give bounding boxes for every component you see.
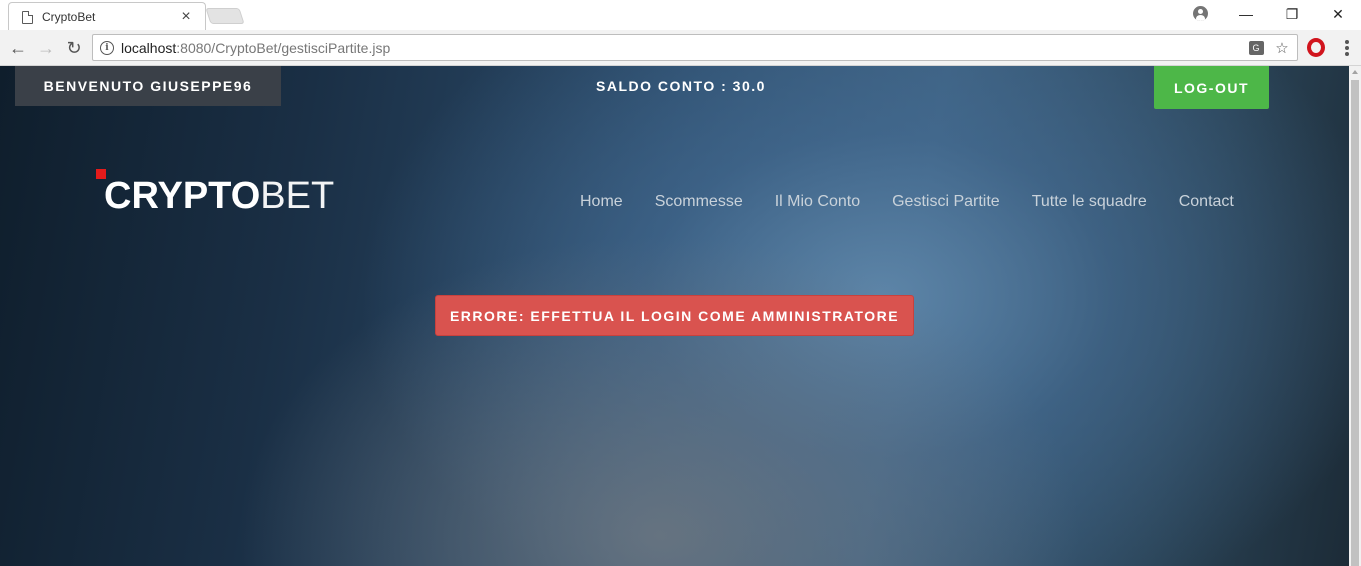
- browser-toolbar: ← → ↻ i localhost:8080/CryptoBet/gestisc…: [0, 30, 1361, 66]
- profile-icon[interactable]: [1193, 6, 1208, 21]
- welcome-button[interactable]: BENVENUTO GIUSEPPE96: [15, 66, 281, 106]
- bookmark-star-icon[interactable]: ☆: [1271, 37, 1293, 59]
- nav-item-home[interactable]: Home: [580, 193, 623, 211]
- translate-glyph: G: [1248, 40, 1264, 55]
- close-tab-icon[interactable]: ×: [178, 9, 194, 25]
- error-alert-button[interactable]: ERRORE: EFFETTUA IL LOGIN COME AMMINISTR…: [435, 295, 914, 336]
- back-icon[interactable]: ←: [6, 36, 30, 60]
- minimize-button[interactable]: —: [1223, 0, 1269, 28]
- main-nav: Home Scommesse Il Mio Conto Gestisci Par…: [580, 193, 1266, 211]
- logout-button[interactable]: LOG-OUT: [1154, 66, 1269, 109]
- address-bar[interactable]: i localhost:8080/CryptoBet/gestisciParti…: [92, 34, 1298, 61]
- nav-item-scommesse[interactable]: Scommesse: [655, 193, 743, 211]
- logo-text-light: BET: [260, 175, 335, 217]
- nav-item-contact[interactable]: Contact: [1179, 193, 1234, 211]
- forward-icon[interactable]: →: [34, 36, 58, 60]
- nav-item-il-mio-conto[interactable]: Il Mio Conto: [775, 193, 860, 211]
- browser-tab-content[interactable]: CryptoBet ×: [22, 4, 208, 30]
- page-hero: BENVENUTO GIUSEPPE96 SALDO CONTO : 30.0 …: [0, 66, 1349, 566]
- window-controls: — ❐ ✕: [1223, 0, 1361, 30]
- page-icon: [22, 10, 33, 24]
- nav-item-gestisci-partite[interactable]: Gestisci Partite: [892, 193, 1000, 211]
- logo-text-bold: CRYPTO: [104, 175, 261, 217]
- url-path: :8080/CryptoBet/gestisciPartite.jsp: [176, 39, 391, 56]
- tab-title: CryptoBet: [42, 10, 96, 24]
- opera-extension-icon[interactable]: [1307, 38, 1325, 57]
- translate-icon[interactable]: G: [1245, 37, 1267, 59]
- new-tab-button[interactable]: [205, 8, 245, 24]
- url-text[interactable]: localhost:8080/CryptoBet/gestisciPartite…: [121, 40, 1245, 56]
- logo-text: CRYPTOBET: [104, 176, 334, 216]
- scroll-thumb[interactable]: [1351, 80, 1359, 566]
- scroll-up-arrow-icon[interactable]: [1352, 70, 1358, 74]
- page-scrollbar[interactable]: [1349, 66, 1361, 566]
- close-window-button[interactable]: ✕: [1315, 0, 1361, 28]
- reload-icon[interactable]: ↻: [62, 36, 86, 60]
- browser-tabstrip: CryptoBet × — ❐ ✕: [0, 0, 1361, 30]
- account-balance: SALDO CONTO : 30.0: [596, 78, 766, 94]
- restore-button[interactable]: ❐: [1269, 0, 1315, 28]
- browser-menu-icon[interactable]: [1337, 38, 1357, 58]
- url-host: localhost: [121, 39, 177, 56]
- info-icon[interactable]: i: [100, 40, 114, 55]
- nav-item-tutte-le-squadre[interactable]: Tutte le squadre: [1032, 193, 1147, 211]
